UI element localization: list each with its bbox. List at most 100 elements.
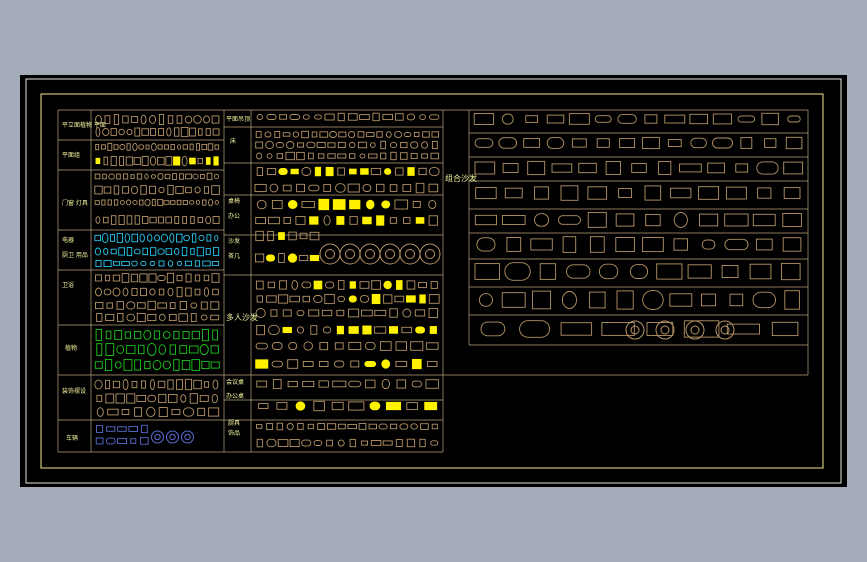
block-meeting-row1-5[interactable]: [332, 380, 347, 388]
block-plant-row1-6[interactable]: [149, 115, 157, 124]
block-ornament-row1-6[interactable]: [326, 439, 333, 447]
block-plant-row1-12[interactable]: [203, 115, 210, 124]
block-electric-row2-13[interactable]: [196, 246, 204, 257]
block-greenplant-row1-2[interactable]: [114, 330, 123, 340]
block-combo-sofa-row2-11[interactable]: [756, 161, 779, 175]
block-chair-row2-13[interactable]: [428, 183, 439, 193]
block-greenplant-row1-3[interactable]: [124, 331, 132, 339]
block-door-row1-17[interactable]: [213, 173, 219, 180]
block-plan-row2-11[interactable]: [181, 155, 188, 167]
block-multisofa-row4-2[interactable]: [282, 326, 292, 334]
block-combo-sofa-row6-9[interactable]: [749, 263, 772, 280]
block-bed-row2-6[interactable]: [316, 141, 326, 148]
block-combo-sofa-row7-5[interactable]: [616, 290, 634, 310]
block-bed-row2-16[interactable]: [421, 141, 429, 149]
block-meeting-row2-3[interactable]: [313, 400, 325, 412]
block-bed-row1-13[interactable]: [376, 131, 383, 138]
block-plan-row1-5[interactable]: [126, 143, 131, 151]
block-round-table-3[interactable]: [379, 243, 401, 265]
block-bed-row1-12[interactable]: [365, 132, 375, 137]
block-combo-sofa-row2-2[interactable]: [527, 160, 546, 176]
block-ceiling-row1-0[interactable]: [256, 114, 263, 120]
block-combo-sofa-row4-10[interactable]: [752, 213, 776, 227]
block-plant-row2-11[interactable]: [180, 126, 189, 138]
block-decor-row3-8[interactable]: [197, 407, 206, 417]
block-multisofa-row3-12[interactable]: [414, 309, 426, 317]
block-multisofa-row3-4[interactable]: [308, 309, 320, 317]
block-plant-row2-2[interactable]: [110, 128, 117, 136]
block-combo-sofa-row5-2[interactable]: [530, 238, 553, 251]
block-door-row3-7[interactable]: [138, 199, 144, 206]
block-plan-row1-18[interactable]: [207, 143, 214, 151]
block-kitchen-row2-1[interactable]: [103, 288, 112, 296]
block-door-row3-0[interactable]: [94, 200, 100, 205]
block-door-row2-13[interactable]: [211, 185, 220, 195]
block-multisofa-row6-10[interactable]: [411, 358, 422, 370]
block-plant-row2-10[interactable]: [174, 127, 180, 137]
block-combo-sofa-row3-5[interactable]: [618, 188, 633, 198]
block-vehicle-row2-3[interactable]: [130, 438, 137, 444]
block-multisofa-row2-1[interactable]: [266, 295, 277, 303]
block-multisofa-row2-13[interactable]: [406, 295, 416, 303]
block-kitchenware-row1-14[interactable]: [399, 423, 409, 430]
block-ornament-row1-15[interactable]: [430, 440, 439, 446]
block-bed-row1-7[interactable]: [319, 131, 329, 138]
block-kitchen-row1-8[interactable]: [166, 272, 175, 284]
block-chair-row2-2[interactable]: [282, 184, 292, 192]
block-multisofa-row4-1[interactable]: [268, 324, 280, 336]
block-combo-round-sofa-inner-3[interactable]: [720, 325, 730, 335]
block-decor-row2-0[interactable]: [96, 394, 103, 403]
block-door-row4-5[interactable]: [134, 215, 140, 225]
block-bed-row3-15[interactable]: [410, 153, 418, 160]
block-greenplant-row1-0[interactable]: [95, 328, 103, 341]
block-kitchenware-row1-16[interactable]: [420, 423, 429, 430]
block-door-row3-5[interactable]: [126, 199, 132, 206]
block-meeting-row2-6[interactable]: [369, 401, 381, 411]
block-electric-row3-0[interactable]: [95, 260, 102, 268]
block-kitchen-row1-11[interactable]: [194, 274, 201, 282]
block-electric-row3-11[interactable]: [194, 260, 201, 267]
block-door-row4-6[interactable]: [141, 216, 149, 224]
block-multisofa-row2-8[interactable]: [348, 295, 357, 303]
block-electric-row1-9[interactable]: [160, 233, 168, 243]
block-chair-row2-12[interactable]: [415, 182, 425, 194]
block-greenplant-row2-1[interactable]: [105, 343, 115, 356]
block-chair-row2-11[interactable]: [402, 184, 412, 192]
block-bath-row2-9[interactable]: [190, 313, 197, 322]
block-combo-sofa-row5-3[interactable]: [562, 236, 577, 253]
block-bath-row1-4[interactable]: [136, 302, 146, 309]
block-combo-sofa-row4-0[interactable]: [474, 214, 497, 226]
block-combo-sofa-row6-10[interactable]: [781, 262, 801, 281]
block-greenplant-row2-3[interactable]: [126, 345, 136, 354]
block-bath-row2-7[interactable]: [168, 313, 177, 322]
block-electric-row1-13[interactable]: [191, 233, 197, 243]
block-plan-row2-7[interactable]: [149, 156, 157, 166]
block-decor-row2-10[interactable]: [199, 395, 209, 402]
block-ornament-row1-7[interactable]: [337, 439, 345, 447]
block-electric-row3-8[interactable]: [167, 260, 174, 267]
block-office-row1-2[interactable]: [287, 200, 298, 209]
block-ornament-row1-11[interactable]: [382, 440, 393, 446]
block-kitchenware-row1-2[interactable]: [276, 422, 284, 431]
block-decor-row2-4[interactable]: [136, 395, 147, 402]
block-bed-row2-7[interactable]: [327, 142, 336, 148]
block-bed-row3-7[interactable]: [327, 153, 336, 159]
block-door-row4-13[interactable]: [197, 216, 204, 223]
block-multisofa-row5-6[interactable]: [348, 341, 362, 351]
block-combo-sofa-row1-4[interactable]: [571, 138, 587, 148]
block-multisofa-row1-6[interactable]: [324, 281, 335, 289]
block-office-row2-11[interactable]: [403, 217, 411, 224]
block-bed-row2-15[interactable]: [410, 141, 419, 149]
block-office-row2-13[interactable]: [428, 215, 439, 226]
block-electric-row2-4[interactable]: [126, 247, 133, 257]
block-bed-row3-0[interactable]: [256, 152, 263, 160]
block-sofa-row2-3[interactable]: [287, 253, 298, 263]
block-multisofa-row1-1[interactable]: [267, 281, 276, 289]
block-multisofa-row6-0[interactable]: [255, 359, 269, 369]
block-bed-row1-16[interactable]: [403, 132, 412, 137]
block-multisofa-row5-4[interactable]: [319, 341, 329, 351]
block-multisofa-row3-7[interactable]: [348, 308, 360, 318]
block-plant-row2-8[interactable]: [158, 128, 164, 136]
block-greenplant-row3-7[interactable]: [162, 360, 171, 370]
block-combo-sofa-row3-10[interactable]: [757, 187, 772, 199]
